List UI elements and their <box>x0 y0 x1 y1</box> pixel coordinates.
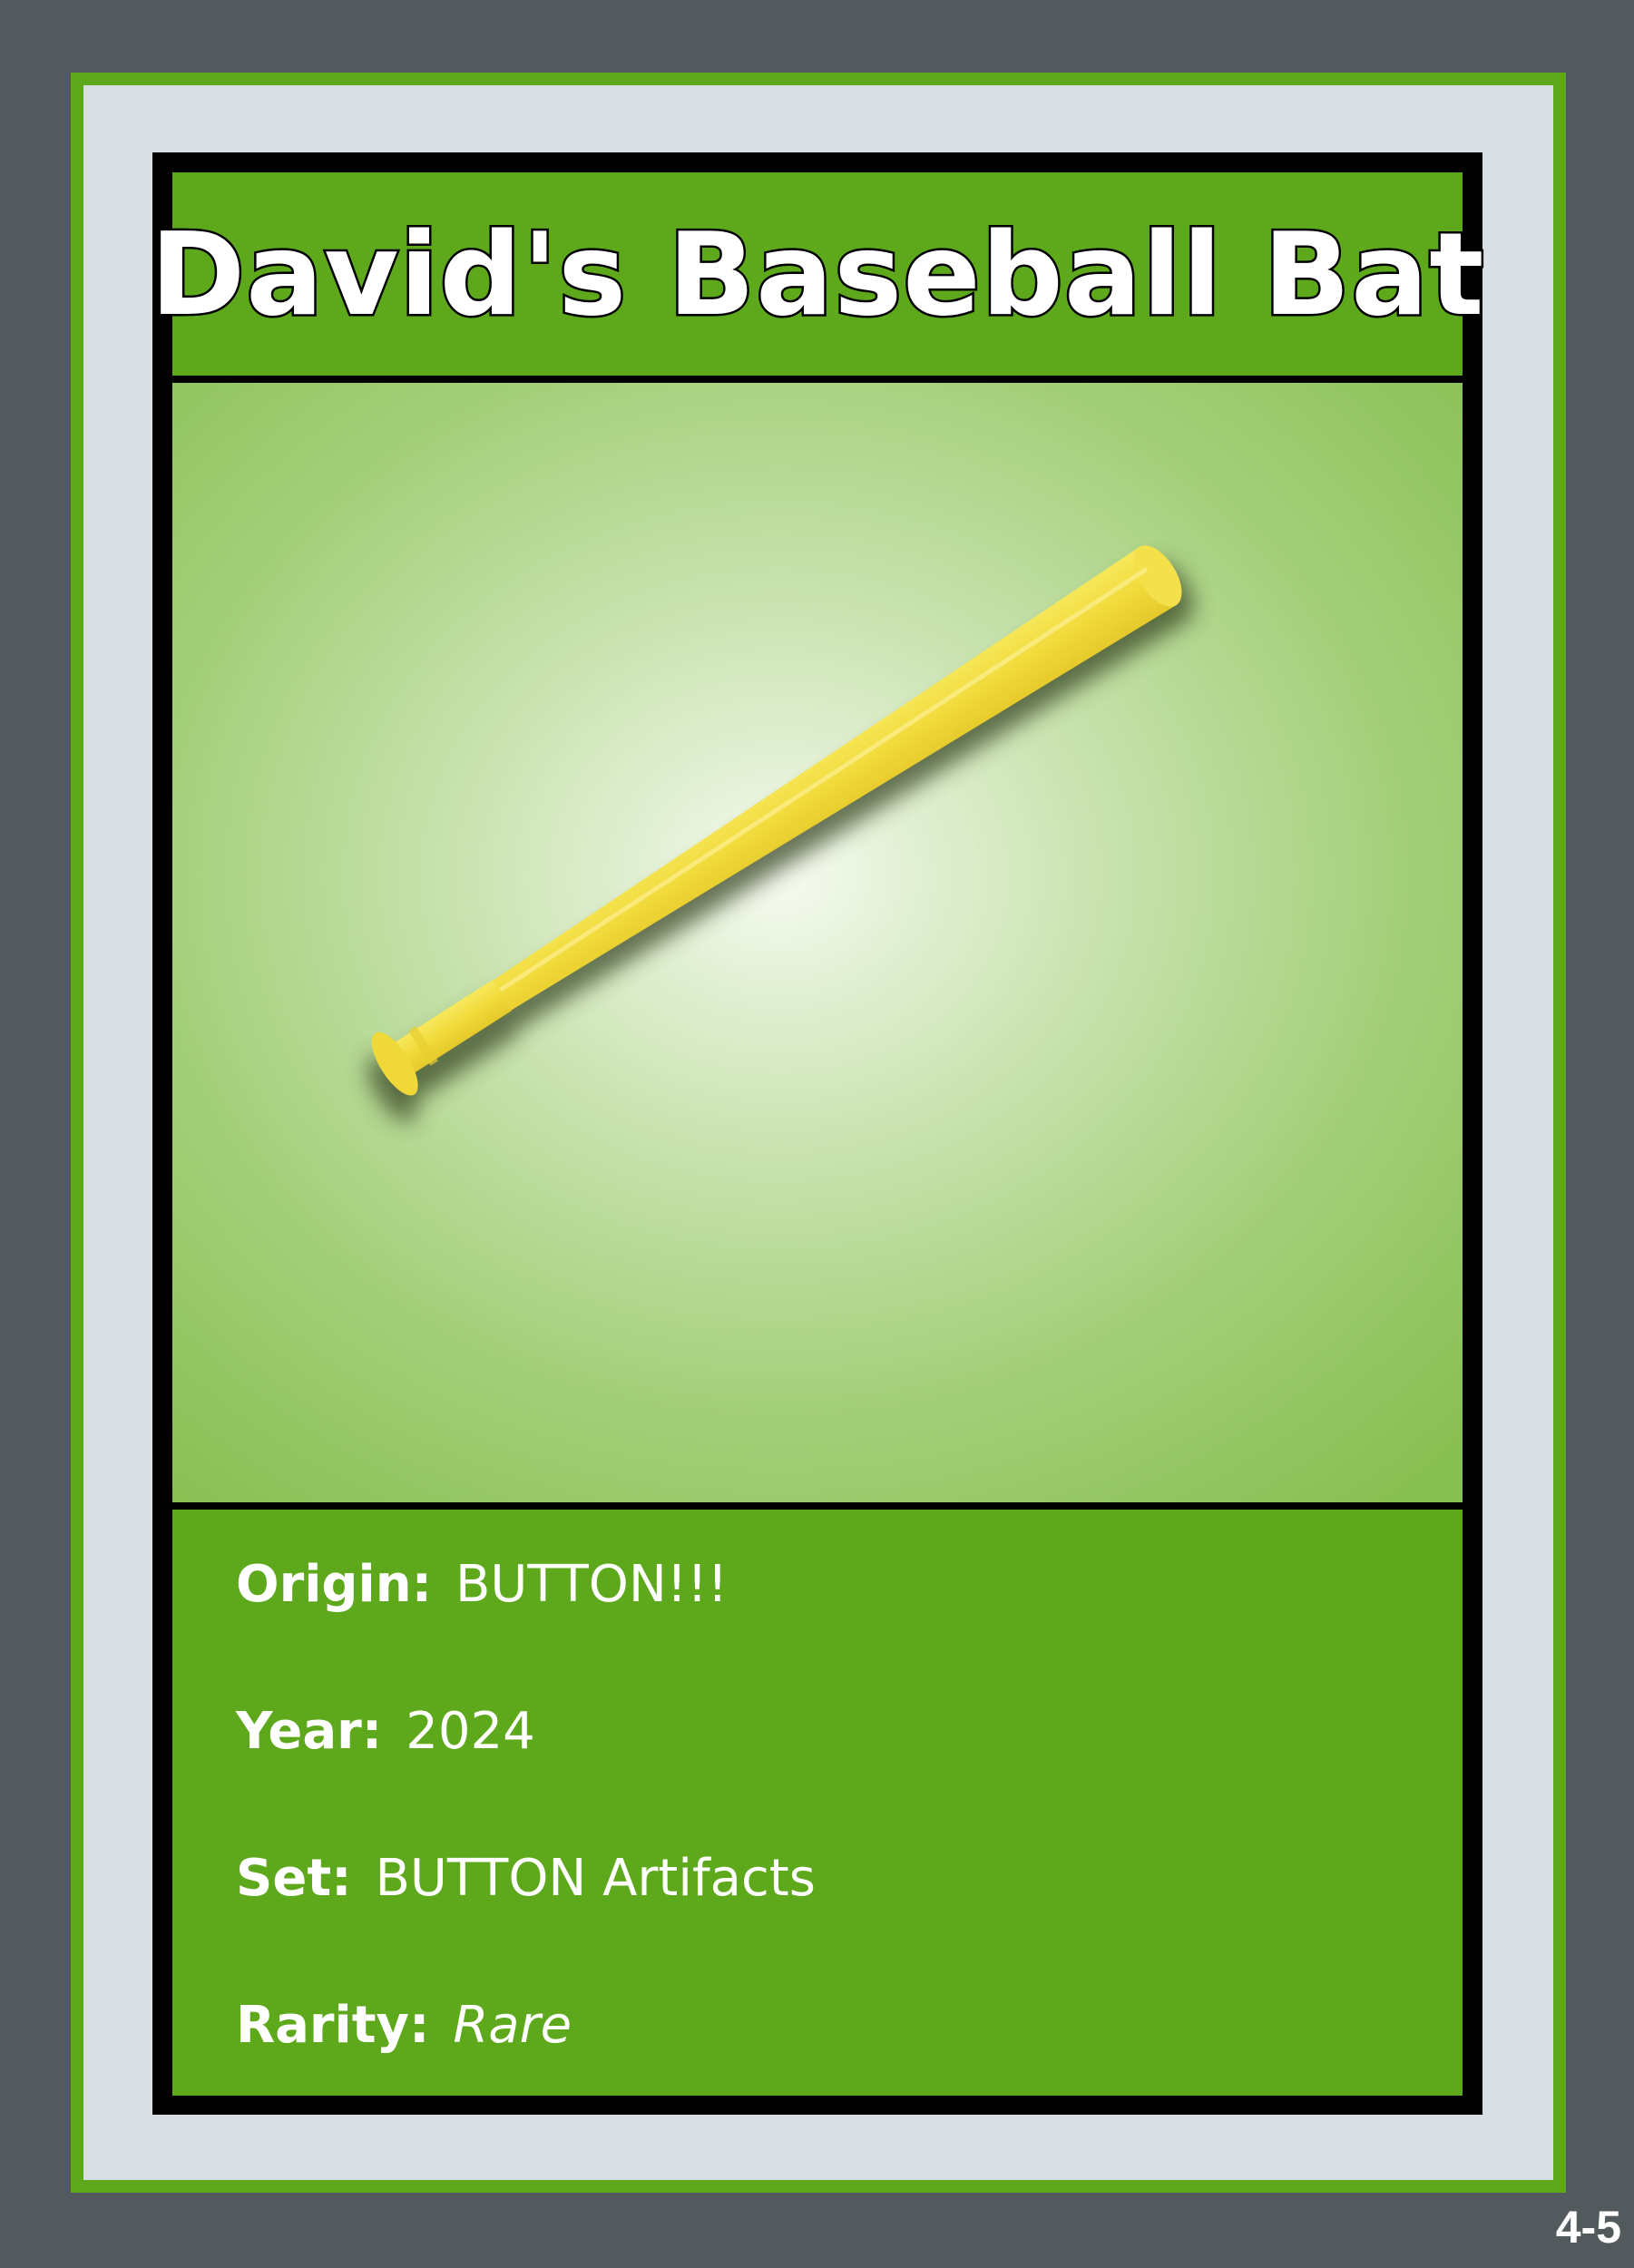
rarity-value: Rare <box>453 1996 572 2055</box>
origin-label: Origin: <box>236 1555 432 1614</box>
card-number: 4-5 <box>1555 2202 1621 2253</box>
card-title: David's Baseball Bat <box>148 205 1486 343</box>
info-row-origin: Origin: BUTTON!!! <box>236 1555 728 1614</box>
card-art-panel <box>172 383 1463 1502</box>
year-value: 2024 <box>406 1702 535 1761</box>
title-bar: David's Baseball Bat <box>148 172 1486 376</box>
info-row-rarity: Rarity: Rare <box>236 1996 572 2055</box>
bat-body <box>371 545 1182 1096</box>
year-label: Year: <box>236 1702 383 1761</box>
origin-value: BUTTON!!! <box>455 1555 729 1614</box>
set-label: Set: <box>236 1849 352 1908</box>
set-value: BUTTON Artifacts <box>375 1849 816 1908</box>
baseball-bat-image <box>367 545 1194 1123</box>
card-info-panel: Origin: BUTTON!!! Year: 2024 Set: BUTTON… <box>172 1510 1463 2096</box>
info-row-year: Year: 2024 <box>236 1702 535 1761</box>
info-row-set: Set: BUTTON Artifacts <box>236 1849 816 1908</box>
rarity-label: Rarity: <box>236 1996 430 2055</box>
